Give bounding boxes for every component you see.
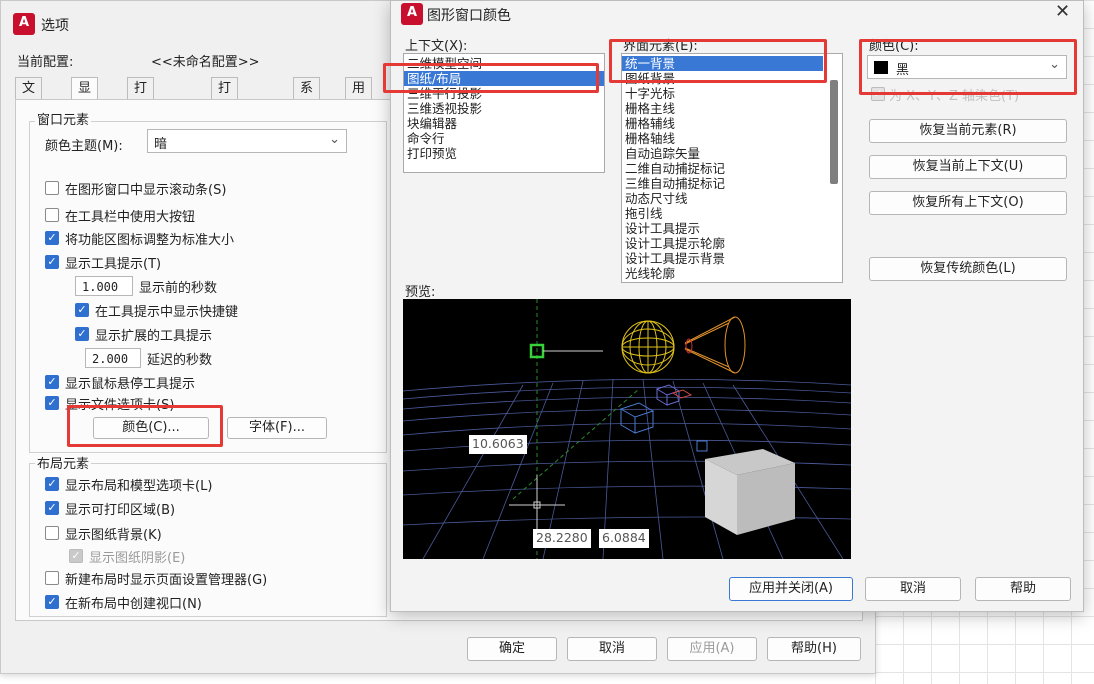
cancel-button[interactable]: 取消 [567,637,657,661]
element-item-grid-major[interactable]: 栅格主线 [622,101,842,116]
restore-current-context-button[interactable]: 恢复当前上下文(U) [869,155,1067,179]
color-theme-select[interactable]: 暗 ⌄ [147,129,347,153]
context-item-block-editor[interactable]: 块编辑器 [404,116,604,131]
file-tabs-checkbox[interactable] [45,396,59,410]
color-dialog-help-button[interactable]: 帮助 [975,577,1071,601]
element-item-autotrack-vector[interactable]: 自动追踪矢量 [622,146,842,161]
element-item-light-glyph[interactable]: 光线轮廓 [622,266,842,281]
rollover-tooltips-label: 显示鼠标悬停工具提示 [65,377,196,392]
wire-sphere-icon [621,320,675,374]
seconds-before-input[interactable]: 1.000 [75,276,133,296]
close-icon[interactable]: ✕ [1055,1,1070,22]
tab-system[interactable]: 系统 [293,77,321,117]
context-label: 上下文(X): [405,39,468,54]
context-selection-highlight [383,63,599,93]
create-viewport-label: 在新布局中创建视口(N) [65,597,202,612]
tab-plot-publish[interactable]: 打印和发布 [211,77,239,180]
shaded-cube [705,449,795,535]
rollover-tooltips-checkbox[interactable] [45,375,59,389]
ok-button[interactable]: 确定 [467,637,557,661]
element-list-scrollbar[interactable] [830,80,838,184]
distance-readout: 10.6063 [469,435,527,454]
tab-open-save[interactable]: 打开和保存 [127,77,155,180]
layout-model-tabs-checkbox[interactable] [45,477,59,491]
preview-viewport: 10.6063 28.2280 6.0884 [403,299,851,559]
paper-shadow-checkbox [69,549,83,563]
printable-area-checkbox[interactable] [45,501,59,515]
tab-user[interactable]: 用户 [345,77,373,117]
element-item-grid-minor[interactable]: 栅格辅线 [622,116,842,131]
page-setup-manager-checkbox[interactable] [45,571,59,585]
create-viewport-checkbox[interactable] [45,595,59,609]
preview-label: 预览: [405,285,436,300]
color-dialog-cancel-button[interactable]: 取消 [865,577,961,601]
printable-area-label: 显示可打印区域(B) [65,503,176,518]
layout-model-tabs-label: 显示布局和模型选项卡(L) [65,479,213,494]
element-item-design-tooltip-contour[interactable]: 设计工具提示轮廓 [622,236,842,251]
autocad-app-icon: A [401,3,423,25]
element-item-dynamic-dimension[interactable]: 动态尺寸线 [622,191,842,206]
show-scrollbars-checkbox[interactable] [45,181,59,195]
color-dialog-title: 图形窗口颜色 [427,8,511,24]
tooltip-shortcut-label: 在工具提示中显示快捷键 [95,305,239,320]
x-coordinate-readout: 28.2280 [533,529,591,548]
preview-scene [403,299,851,559]
context-item-plot-preview[interactable]: 打印预览 [404,146,604,161]
extended-tooltips-label: 显示扩展的工具提示 [95,329,213,344]
graphics-window-color-dialog: A 图形窗口颜色 ✕ 上下文(X): 二维模型空间 图纸/布局 三维平行投影 三… [383,0,1084,612]
apply-and-close-button[interactable]: 应用并关闭(A) [729,577,853,601]
large-buttons-checkbox[interactable] [45,208,59,222]
element-item-2d-autosnap[interactable]: 二维自动捕捉标记 [622,161,842,176]
tab-display[interactable]: 显示 [71,77,99,117]
help-button[interactable]: 帮助(H) [767,637,861,661]
ribbon-icons-checkbox[interactable] [45,231,59,245]
context-item-command-line[interactable]: 命令行 [404,131,604,146]
element-item-3d-autosnap[interactable]: 三维自动捕捉标记 [622,176,842,191]
y-coordinate-readout: 6.0884 [599,529,649,548]
layout-elements-label: 布局元素 [35,453,92,472]
seconds-before-label: 显示前的秒数 [139,281,218,296]
paper-shadow-label: 显示图纸阴影(E) [89,551,186,566]
autocad-app-icon: A [13,13,35,35]
element-item-drafting-tooltip[interactable]: 拖引线 [622,206,842,221]
restore-classic-colors-button[interactable]: 恢复传统颜色(L) [869,257,1067,281]
element-item-design-tooltip-background[interactable]: 设计工具提示背景 [622,251,842,266]
tooltip-shortcut-checkbox[interactable] [75,303,89,317]
restore-all-contexts-button[interactable]: 恢复所有上下文(O) [869,191,1067,215]
crosshair-icon [509,475,565,535]
options-title: 选项 [41,18,69,34]
large-buttons-label: 在工具栏中使用大按钮 [65,210,196,225]
grip-marker-icon [696,440,708,452]
colors-button-highlight [67,405,223,447]
fonts-button[interactable]: 字体(F)... [227,417,327,439]
tab-files[interactable]: 文件 [15,77,43,117]
delay-seconds-input[interactable]: 2.000 [85,348,141,368]
ribbon-icons-label: 将功能区图标调整为标准大小 [65,233,235,248]
context-item-3d-perspective[interactable]: 三维透视投影 [404,101,604,116]
profile-value: <<未命名配置>> [151,55,260,70]
profile-label: 当前配置: [17,55,74,70]
color-highlight [859,39,1077,95]
paper-background-checkbox[interactable] [45,526,59,540]
element-item-grid-axis[interactable]: 栅格轴线 [622,131,842,146]
show-tooltips-label: 显示工具提示(T) [65,257,162,272]
show-tooltips-checkbox[interactable] [45,255,59,269]
paper-background-label: 显示图纸背景(K) [65,528,162,543]
color-theme-value: 暗 [154,137,168,152]
page-setup-manager-label: 新建布局时显示页面设置管理器(G) [65,573,268,588]
restore-current-element-button[interactable]: 恢复当前元素(R) [869,119,1067,143]
extended-tooltips-checkbox[interactable] [75,327,89,341]
interface-element-listbox[interactable]: 统一背景 图纸背景 十字光标 栅格主线 栅格辅线 栅格轴线 自动追踪矢量 二维自… [621,53,843,283]
element-item-design-tooltip[interactable]: 设计工具提示 [622,221,842,236]
apply-button: 应用(A) [667,637,757,661]
color-theme-label: 颜色主题(M): [45,139,123,154]
spotlight-cone-icon [684,316,746,374]
green-diagonal-line [512,388,640,500]
interface-element-highlight [609,39,827,83]
window-elements-label: 窗口元素 [35,109,92,128]
show-scrollbars-label: 在图形窗口中显示滚动条(S) [65,183,227,198]
delay-seconds-label: 延迟的秒数 [147,353,213,368]
element-item-crosshair[interactable]: 十字光标 [622,86,842,101]
chevron-down-icon: ⌄ [329,132,340,147]
